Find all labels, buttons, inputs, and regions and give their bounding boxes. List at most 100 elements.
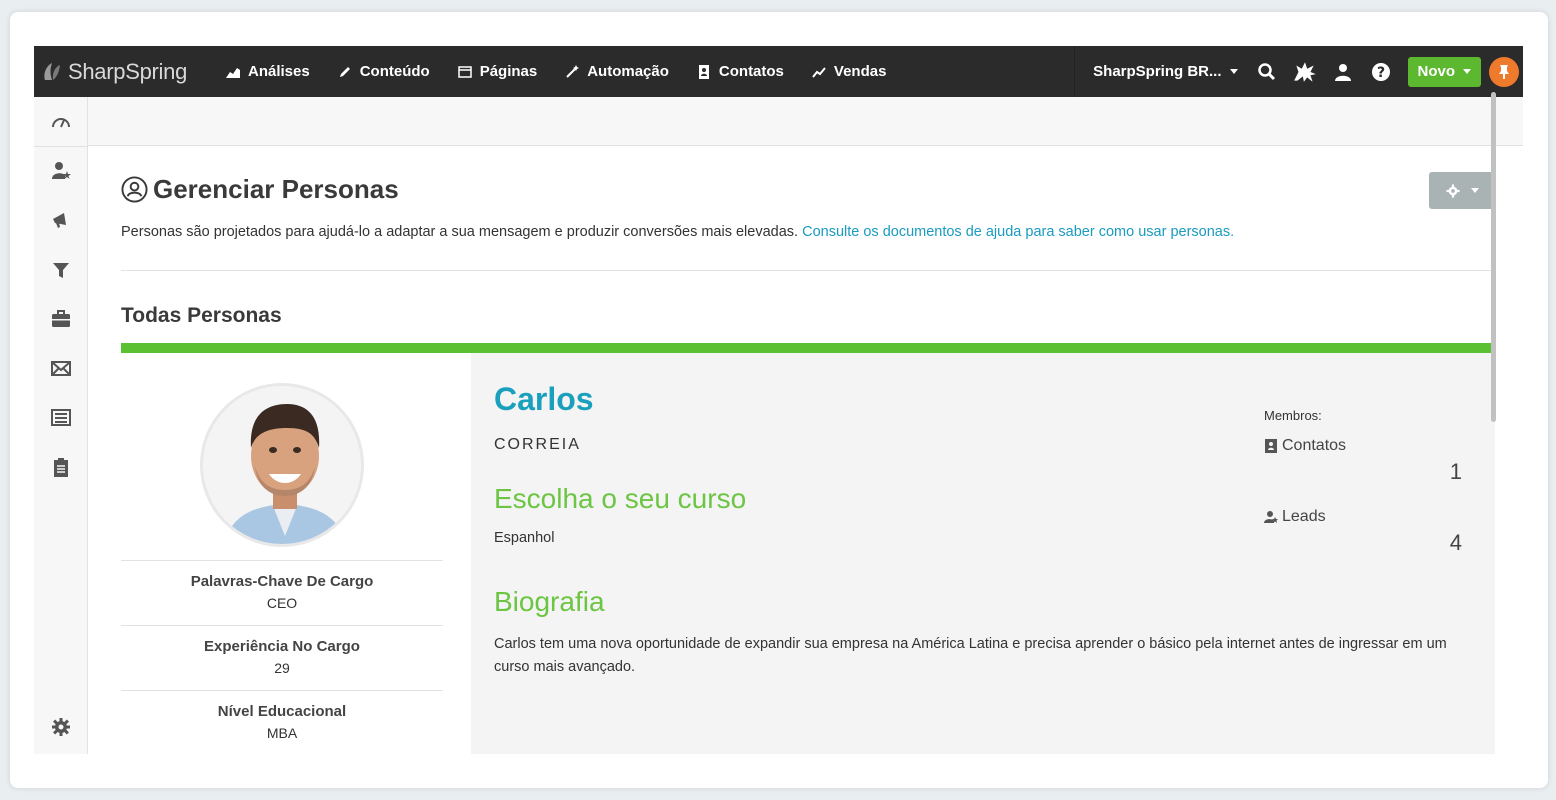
contacts-label: Contatos xyxy=(1282,437,1347,454)
gear-icon xyxy=(1446,183,1460,198)
nav-analises[interactable]: Análises xyxy=(212,46,324,97)
course-heading: Escolha o seu curso xyxy=(494,483,747,514)
megaphone-icon xyxy=(53,213,66,228)
members-contacts[interactable]: Contatos xyxy=(1264,437,1346,455)
avatar xyxy=(200,383,364,547)
logo[interactable]: SharpSpring xyxy=(34,46,212,97)
brand-name: SharpSpring xyxy=(68,58,187,84)
user-icon xyxy=(1334,63,1351,81)
vertical-scrollbar[interactable] xyxy=(1491,92,1496,422)
pencil-icon xyxy=(339,66,350,77)
magic-wand-icon xyxy=(566,64,580,78)
search-icon xyxy=(1257,62,1275,80)
persona-card[interactable]: Palavras-Chave De Cargo CEO Experiência … xyxy=(121,343,1495,754)
divider xyxy=(34,146,88,147)
griffin-icon xyxy=(1293,61,1316,82)
help-button[interactable]: ? xyxy=(1362,46,1400,97)
nav-label: Vendas xyxy=(833,63,887,80)
contacts-count: 1 xyxy=(1449,459,1462,484)
attribute-label: Palavras-Chave De Cargo xyxy=(190,573,374,590)
sidebar-leads[interactable] xyxy=(34,156,88,186)
nav-paginas[interactable]: Páginas xyxy=(444,46,552,97)
pin-button[interactable] xyxy=(1489,56,1519,87)
account-dropdown[interactable]: SharpSpring BR... xyxy=(1074,46,1247,97)
novo-button[interactable]: Novo xyxy=(1407,56,1481,87)
list-icon xyxy=(51,409,71,426)
app: SharpSpring Análises Conteúdo Páginas Au… xyxy=(34,46,1523,754)
account-name: SharpSpring BR... xyxy=(1093,63,1222,80)
chevron-down-icon xyxy=(1229,69,1238,74)
attribute-label: Nível Educacional xyxy=(217,703,347,720)
sidebar-reports[interactable] xyxy=(34,452,88,482)
address-book-icon xyxy=(698,64,709,79)
page-title: Gerenciar Personas xyxy=(153,174,399,204)
sidebar-campaigns[interactable] xyxy=(34,205,88,235)
chevron-down-icon xyxy=(1463,69,1471,74)
top-navbar: SharpSpring Análises Conteúdo Páginas Au… xyxy=(34,46,1523,97)
nav-label: Páginas xyxy=(479,63,538,80)
sidebar-opportunities[interactable] xyxy=(34,304,88,334)
bio-text: Carlos tem uma nova oportunidade de expa… xyxy=(494,636,1447,675)
novo-label: Novo xyxy=(1417,63,1456,80)
question-circle-icon: ? xyxy=(1371,62,1390,81)
members-leads[interactable]: Leads xyxy=(1264,508,1326,526)
left-sidebar xyxy=(34,97,88,754)
leads-count: 4 xyxy=(1449,530,1462,555)
page-description: Personas são projetados para ajudá-lo a … xyxy=(121,224,1234,240)
nav-vendas[interactable]: Vendas xyxy=(798,46,901,97)
main-nav: Análises Conteúdo Páginas Automação Cont… xyxy=(212,46,900,97)
sidebar-email[interactable] xyxy=(34,353,88,383)
persona-first-name[interactable]: Carlos xyxy=(494,381,594,418)
bio-heading: Biografia xyxy=(494,586,605,617)
title-row: Gerenciar Personas xyxy=(121,174,399,205)
persona-card-left: Palavras-Chave De Cargo CEO Experiência … xyxy=(121,353,471,754)
persona-card-right: Carlos CORREIA Escolha o seu curso Espan… xyxy=(471,353,1495,754)
svg-text:?: ? xyxy=(1376,65,1384,81)
nav-label: Contatos xyxy=(718,63,784,80)
attribute-value: 29 xyxy=(274,660,290,676)
nav-label: Conteúdo xyxy=(359,63,430,80)
course-value: Espanhol xyxy=(494,530,555,546)
clipboard-icon xyxy=(54,458,68,477)
attribute-value: MBA xyxy=(266,725,298,741)
area-chart-icon xyxy=(226,67,240,78)
user-star-icon xyxy=(52,162,71,179)
pushpin-icon xyxy=(1499,64,1509,79)
speedometer-icon xyxy=(52,118,70,128)
avatar-image xyxy=(203,386,361,544)
nav-contatos[interactable]: Contatos xyxy=(683,46,798,97)
divider xyxy=(121,270,1495,271)
sidebar-settings[interactable] xyxy=(34,712,88,742)
sidebar-dashboard[interactable] xyxy=(34,107,88,137)
topbar-right: SharpSpring BR... ? Novo xyxy=(1074,46,1523,97)
address-book-icon xyxy=(1265,439,1277,453)
sidebar-lists[interactable] xyxy=(34,255,88,285)
attribute-job-experience: Experiência No Cargo 29 xyxy=(121,625,443,690)
chevron-down-icon xyxy=(1471,188,1479,193)
user-profile-button[interactable] xyxy=(1324,46,1362,97)
nav-label: Análises xyxy=(248,63,310,80)
sub-header xyxy=(88,97,1523,146)
nav-label: Automação xyxy=(587,63,669,80)
window-icon xyxy=(457,65,472,78)
settings-dropdown-button[interactable] xyxy=(1429,172,1495,209)
main-content: Gerenciar Personas Personas são projetad… xyxy=(121,146,1495,754)
attribute-job-keywords: Palavras-Chave De Cargo CEO xyxy=(121,560,443,625)
briefcase-icon xyxy=(52,310,70,327)
attribute-label: Experiência No Cargo xyxy=(204,638,360,655)
gear-icon xyxy=(52,718,70,736)
attribute-value: CEO xyxy=(266,595,298,611)
help-docs-link[interactable]: Consulte os documentos de ajuda para sab… xyxy=(802,224,1234,240)
search-button[interactable] xyxy=(1248,46,1286,97)
line-chart-icon xyxy=(812,66,826,78)
nav-conteudo[interactable]: Conteúdo xyxy=(324,46,444,97)
nav-automacao[interactable]: Automação xyxy=(551,46,683,97)
envelope-icon xyxy=(51,361,71,376)
leads-label: Leads xyxy=(1282,508,1326,525)
members-label: Membros: xyxy=(1264,408,1322,423)
griffin-button[interactable] xyxy=(1286,46,1324,97)
filter-icon xyxy=(53,263,69,278)
section-title: Todas Personas xyxy=(121,304,282,327)
description-text: Personas são projetados para ajudá-lo a … xyxy=(121,224,803,240)
sidebar-forms[interactable] xyxy=(34,402,88,432)
